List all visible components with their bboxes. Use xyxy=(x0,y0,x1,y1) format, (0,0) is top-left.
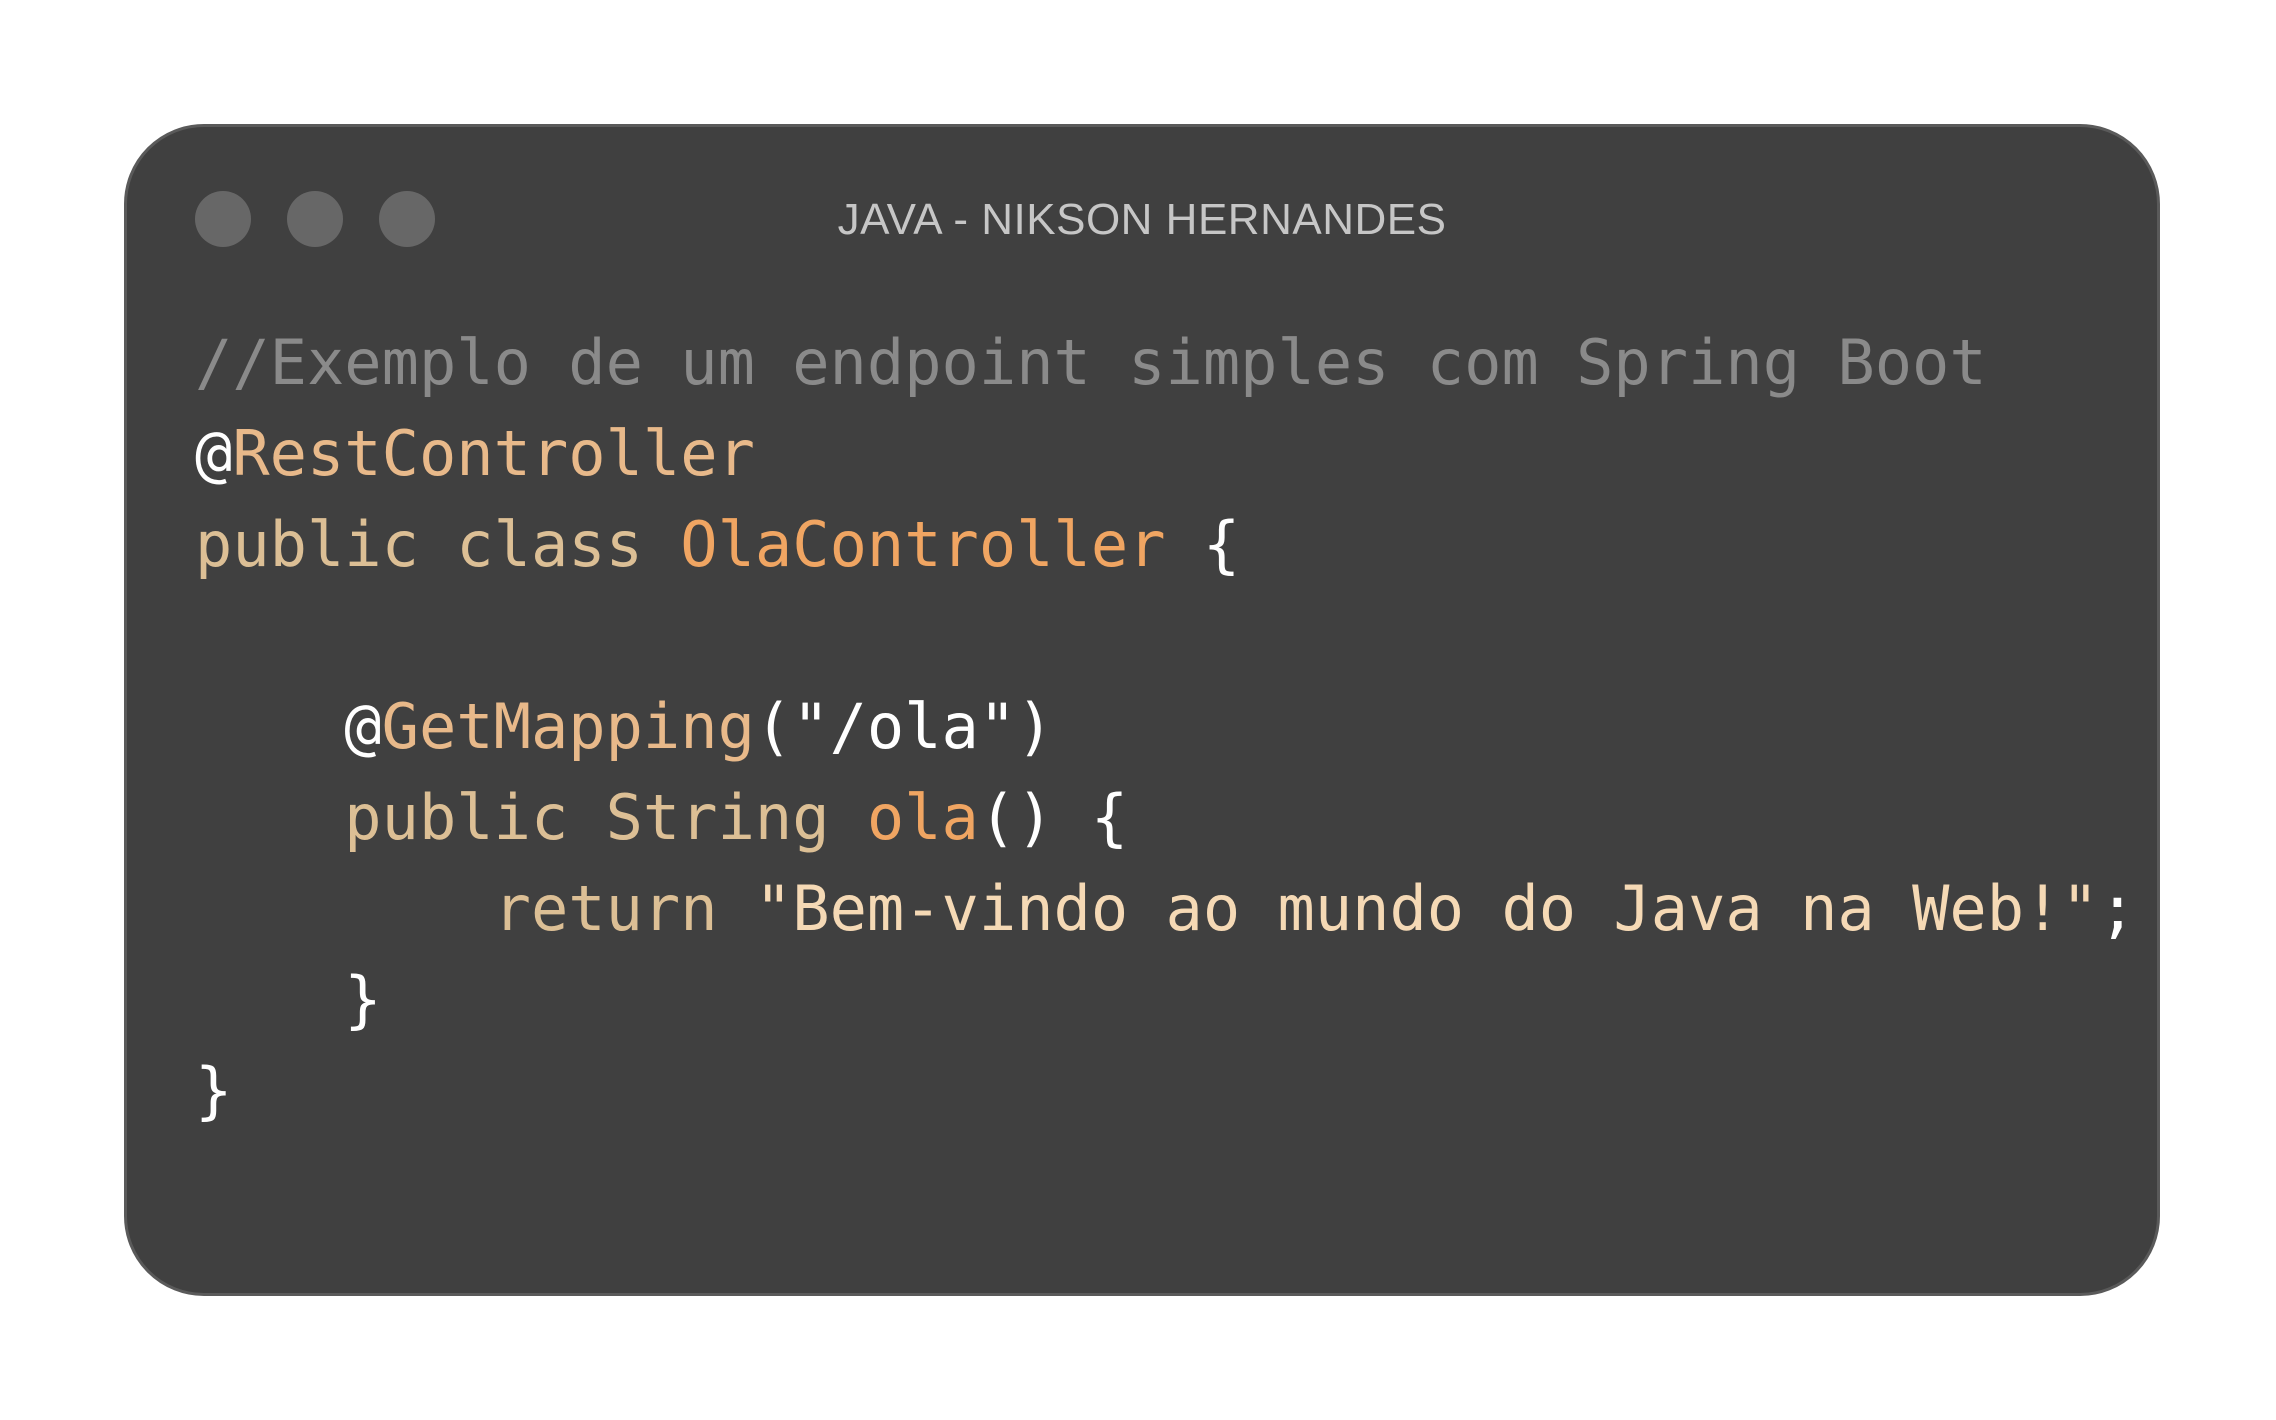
code-token-string: "Bem-vindo ao mundo do Java na Web!" xyxy=(754,872,2099,945)
code-token-keyword: public String xyxy=(195,781,867,854)
code-token-punct: } xyxy=(195,963,382,1036)
code-token-punct: { xyxy=(1165,508,1241,581)
code-token-comment: //Exemplo de um endpoint simples com Spr… xyxy=(195,326,1987,399)
code-token-type: ola xyxy=(866,781,979,854)
window-title: JAVA - NIKSON HERNANDES xyxy=(837,195,1447,244)
code-token-keyword: public class xyxy=(195,508,681,581)
code-token-punct: } xyxy=(195,1054,233,1127)
code-line: public String ola() { xyxy=(195,772,2136,863)
code-token-keyword: return xyxy=(195,872,755,945)
code-window: JAVA - NIKSON HERNANDES //Exemplo de um … xyxy=(124,124,2160,1296)
code-line: @RestController xyxy=(195,408,2136,499)
code-token-punct: @ xyxy=(195,690,382,763)
code-line: } xyxy=(195,1045,2136,1136)
code-block: //Exemplo de um endpoint simples com Spr… xyxy=(195,317,2136,1136)
code-line: } xyxy=(195,954,2136,1045)
code-token-punct: ; xyxy=(2098,872,2137,945)
code-line: @GetMapping("/ola") xyxy=(195,681,2136,772)
code-token-type: OlaController xyxy=(680,508,1166,581)
code-token-punct: () { xyxy=(978,781,1129,854)
code-token-annot: RestController xyxy=(232,417,755,490)
code-line: public class OlaController { xyxy=(195,499,2136,590)
code-line: //Exemplo de um endpoint simples com Spr… xyxy=(195,317,2136,408)
code-line: return "Bem-vindo ao mundo do Java na We… xyxy=(195,863,2136,954)
code-token-punct: ("/ola") xyxy=(754,690,1054,763)
code-token-punct: @ xyxy=(195,417,233,490)
code-token-annot: GetMapping xyxy=(381,690,755,763)
